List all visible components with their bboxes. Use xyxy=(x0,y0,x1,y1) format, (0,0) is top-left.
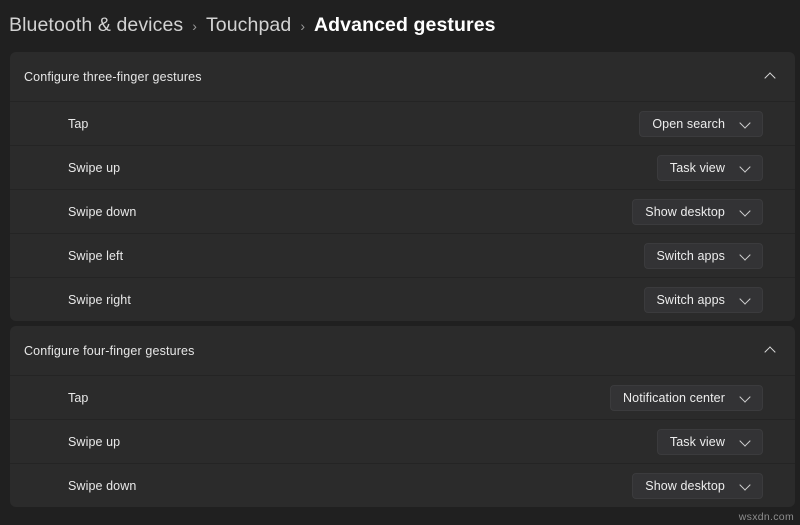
dropdown-value: Show desktop xyxy=(645,204,725,219)
dropdown-value: Show desktop xyxy=(645,478,725,493)
setting-row-four-finger-swipe-up: Swipe up Task view xyxy=(10,419,795,463)
chevron-down-icon xyxy=(739,293,753,307)
setting-label: Swipe up xyxy=(68,434,121,449)
section-header-four-finger[interactable]: Configure four-finger gestures xyxy=(10,326,795,375)
dropdown-value: Switch apps xyxy=(656,292,725,307)
dropdown-three-finger-tap[interactable]: Open search xyxy=(639,110,763,137)
breadcrumb-item-advanced-gestures: Advanced gestures xyxy=(313,14,496,37)
breadcrumb-separator-icon: › xyxy=(192,17,197,34)
setting-label: Tap xyxy=(68,390,89,405)
section-three-finger-gestures: Configure three-finger gestures Tap Open… xyxy=(10,52,795,321)
section-header-three-finger[interactable]: Configure three-finger gestures xyxy=(10,52,795,101)
chevron-down-icon xyxy=(739,249,753,263)
setting-row-three-finger-tap: Tap Open search xyxy=(10,101,795,145)
chevron-down-icon xyxy=(739,479,753,493)
chevron-down-icon xyxy=(739,161,753,175)
dropdown-three-finger-swipe-left[interactable]: Switch apps xyxy=(643,242,763,269)
breadcrumb-item-bluetooth-and-devices[interactable]: Bluetooth & devices xyxy=(9,16,183,36)
dropdown-value: Task view xyxy=(669,160,725,175)
dropdown-value: Switch apps xyxy=(656,248,725,263)
setting-label: Swipe left xyxy=(68,248,124,263)
setting-label: Tap xyxy=(68,116,89,131)
dropdown-value: Notification center xyxy=(623,390,725,405)
chevron-down-icon xyxy=(739,205,753,219)
breadcrumb: Bluetooth & devices › Touchpad › Advance… xyxy=(0,0,800,52)
dropdown-three-finger-swipe-up[interactable]: Task view xyxy=(656,154,763,181)
setting-label: Swipe down xyxy=(68,478,137,493)
section-title: Configure three-finger gestures xyxy=(24,69,202,84)
setting-row-four-finger-swipe-down: Swipe down Show desktop xyxy=(10,463,795,507)
section-title: Configure four-finger gestures xyxy=(24,343,195,358)
setting-row-three-finger-swipe-down: Swipe down Show desktop xyxy=(10,189,795,233)
setting-label: Swipe down xyxy=(68,204,137,219)
settings-page: Bluetooth & devices › Touchpad › Advance… xyxy=(0,0,800,525)
dropdown-value: Open search xyxy=(652,116,725,131)
breadcrumb-separator-icon: › xyxy=(300,17,305,34)
chevron-up-icon[interactable] xyxy=(764,344,778,358)
chevron-down-icon xyxy=(739,435,753,449)
breadcrumb-item-touchpad[interactable]: Touchpad xyxy=(206,16,291,36)
chevron-down-icon xyxy=(739,117,753,131)
setting-row-four-finger-tap: Tap Notification center xyxy=(10,375,795,419)
setting-row-three-finger-swipe-up: Swipe up Task view xyxy=(10,145,795,189)
setting-label: Swipe up xyxy=(68,160,121,175)
section-four-finger-gestures: Configure four-finger gestures Tap Notif… xyxy=(10,326,795,507)
dropdown-three-finger-swipe-right[interactable]: Switch apps xyxy=(643,286,763,313)
dropdown-four-finger-swipe-up[interactable]: Task view xyxy=(656,428,763,455)
dropdown-value: Task view xyxy=(669,434,725,449)
setting-label: Swipe right xyxy=(68,292,131,307)
chevron-up-icon[interactable] xyxy=(764,70,778,84)
chevron-down-icon xyxy=(739,391,753,405)
settings-content: Configure three-finger gestures Tap Open… xyxy=(0,52,800,507)
dropdown-four-finger-tap[interactable]: Notification center xyxy=(610,384,763,411)
watermark: wsxdn.com xyxy=(738,511,794,523)
setting-row-three-finger-swipe-right: Swipe right Switch apps xyxy=(10,277,795,321)
dropdown-three-finger-swipe-down[interactable]: Show desktop xyxy=(632,198,763,225)
setting-row-three-finger-swipe-left: Swipe left Switch apps xyxy=(10,233,795,277)
dropdown-four-finger-swipe-down[interactable]: Show desktop xyxy=(632,472,763,499)
